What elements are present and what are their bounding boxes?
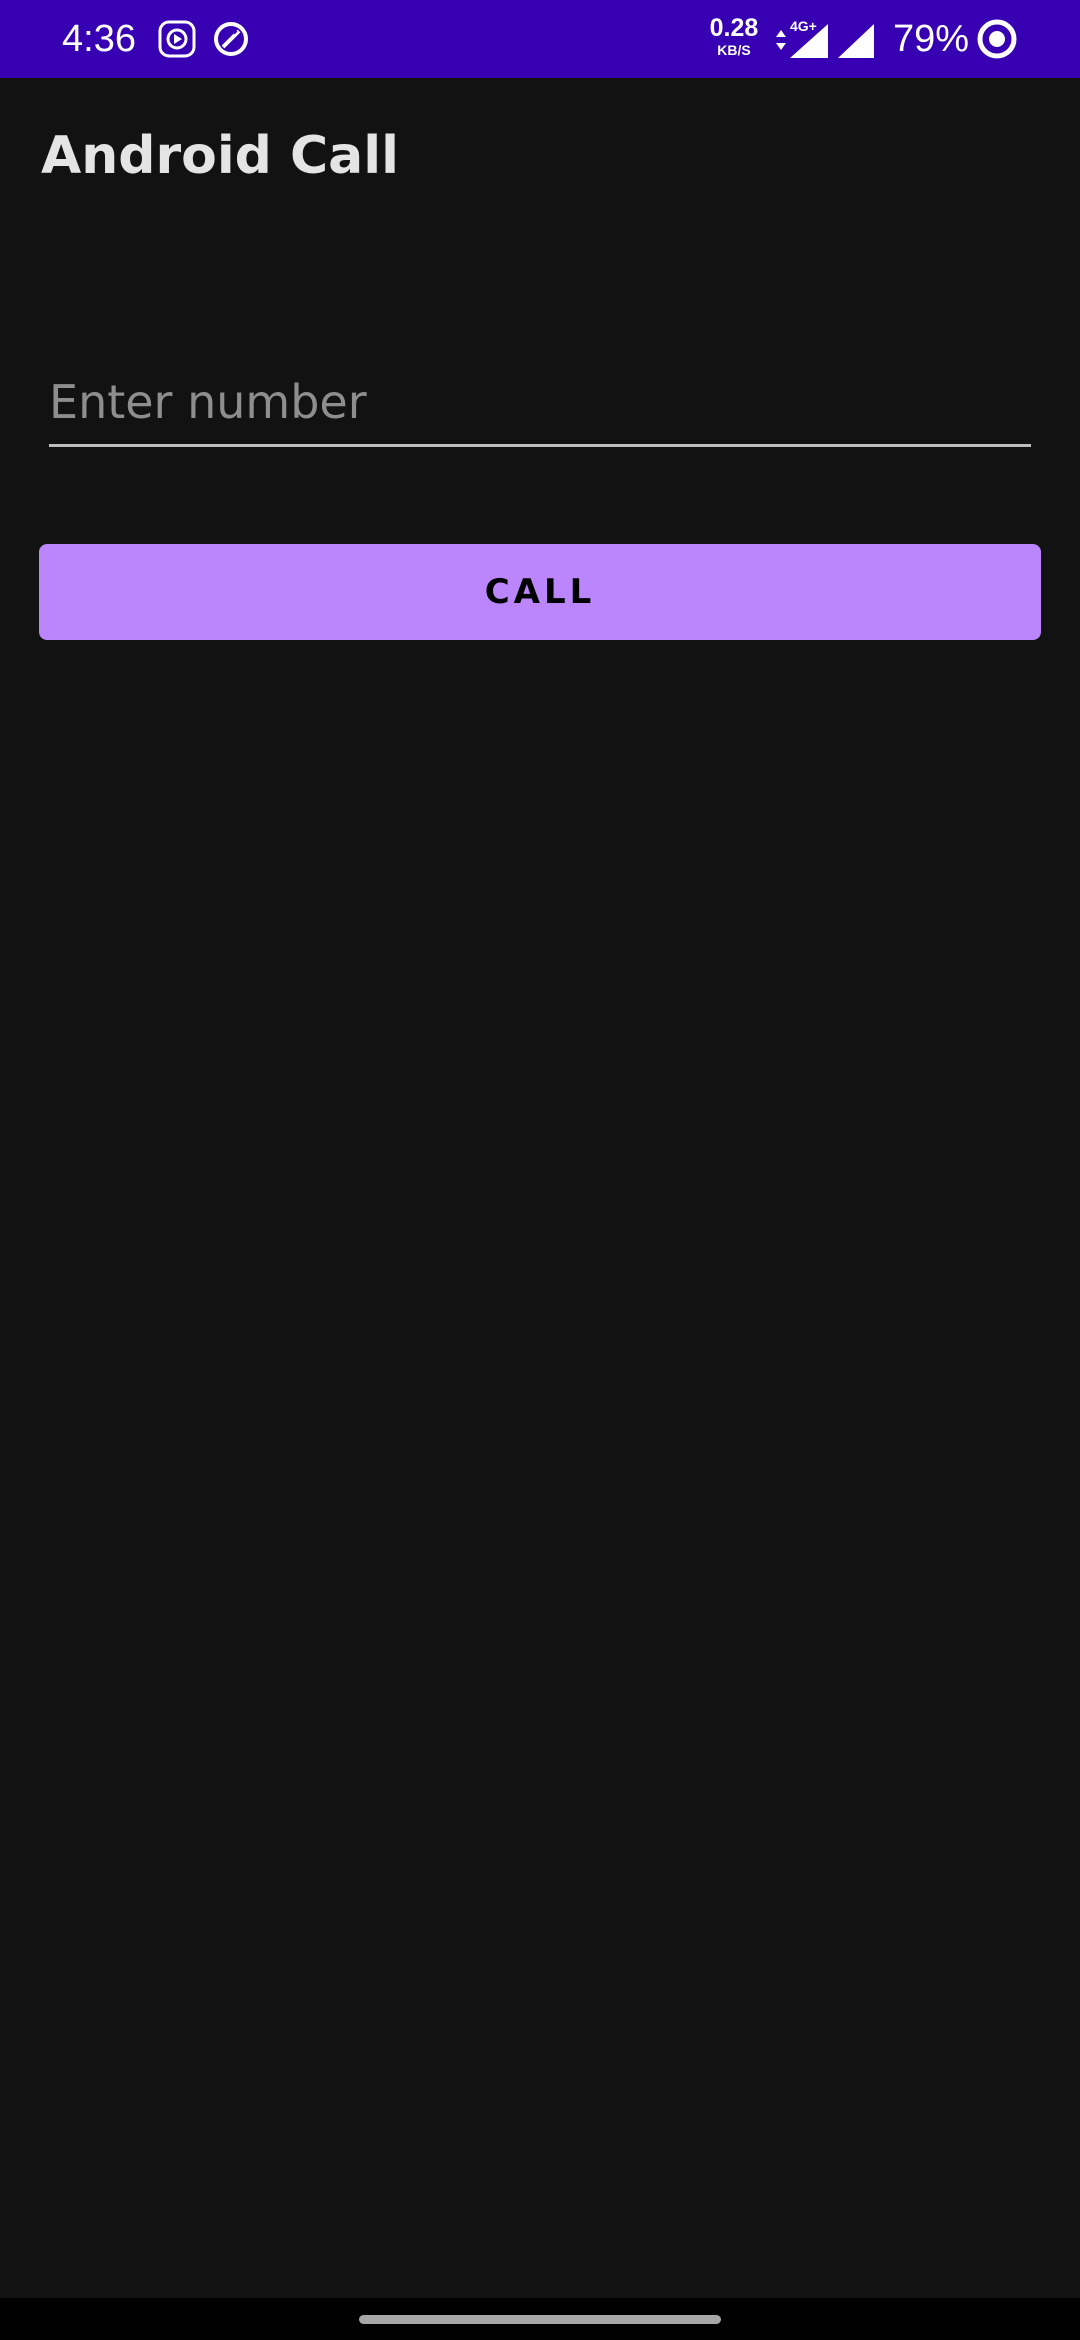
network-speed: 0.28 KB/S [704,14,764,58]
data-saver-icon [214,22,248,56]
battery-icon [977,19,1017,59]
mobile-signal-icon [790,24,828,58]
cellular-signal-icon [838,24,874,58]
number-field [49,364,1031,447]
status-time: 4:36 [62,18,136,60]
data-arrows-icon [776,30,786,50]
app-title: Android Call [41,126,399,186]
gesture-handle[interactable] [359,2315,721,2324]
call-button[interactable]: CALL [39,544,1041,640]
network-speed-unit: KB/S [717,42,751,58]
network-speed-value: 0.28 [709,14,759,42]
battery-percent: 79% [893,18,970,60]
number-input[interactable] [49,364,1031,440]
navigation-bar [0,2298,1080,2340]
media-player-notification-icon [158,20,196,58]
status-bar: 4:36 0.28 KB/S 4G+ 79% [0,0,1080,78]
